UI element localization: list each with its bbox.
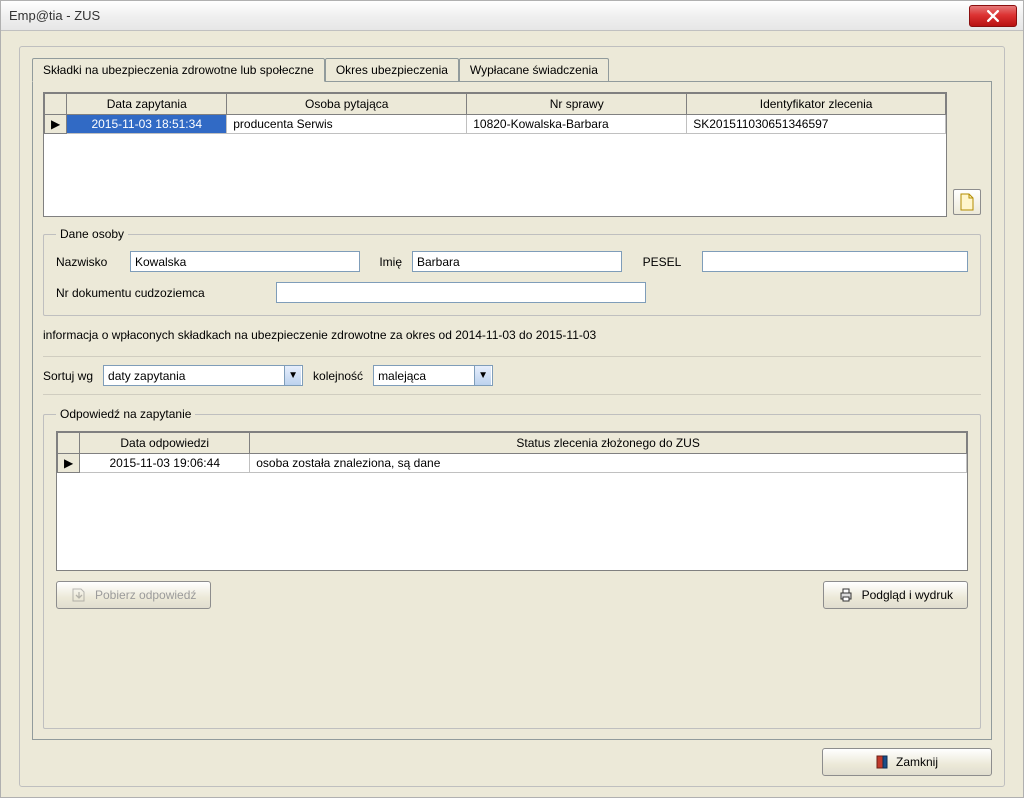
query-col-date[interactable]: Data zapytania [67, 94, 227, 115]
docnr-field[interactable] [276, 282, 646, 303]
response-legend: Odpowiedź na zapytanie [56, 407, 195, 421]
sort-order-select[interactable]: malejąca ▼ [373, 365, 493, 386]
sort-by-select[interactable]: daty zapytania ▼ [103, 365, 303, 386]
title-bar: Emp@tia - ZUS [1, 1, 1023, 31]
name-label: Imię [370, 255, 402, 269]
row-marker-icon: ▶ [45, 115, 67, 134]
query-cell-date[interactable]: 2015-11-03 18:51:34 [67, 115, 227, 134]
resp-col-status[interactable]: Status zlecenia złożonego do ZUS [250, 433, 967, 454]
query-table: Data zapytania Osoba pytająca Nr sprawy … [44, 93, 946, 134]
preview-label: Podgląd i wydruk [862, 588, 953, 602]
query-cell-order[interactable]: SK201511030651346597 [687, 115, 946, 134]
door-icon [876, 755, 888, 769]
sort-by-value: daty zapytania [108, 369, 185, 383]
query-grid[interactable]: Data zapytania Osoba pytająca Nr sprawy … [43, 92, 947, 217]
person-group: Dane osoby Nazwisko Imię PESEL Nr dokume… [43, 227, 981, 316]
printer-icon [838, 587, 854, 603]
sort-order-value: malejąca [378, 369, 426, 383]
surname-field[interactable] [130, 251, 360, 272]
resp-col-date[interactable]: Data odpowiedzi [80, 433, 250, 454]
table-row[interactable]: ▶ 2015-11-03 18:51:34 producenta Serwis … [45, 115, 946, 134]
query-cell-case[interactable]: 10820-Kowalska-Barbara [467, 115, 687, 134]
pesel-label: PESEL [632, 255, 692, 269]
query-col-order[interactable]: Identyfikator zlecenia [687, 94, 946, 115]
close-label: Zamknij [896, 755, 938, 769]
content-area: Składki na ubezpieczenia zdrowotne lub s… [1, 31, 1023, 797]
sort-row: Sortuj wg daty zapytania ▼ kolejność mal… [43, 356, 981, 395]
window-close-button[interactable] [969, 5, 1017, 27]
download-icon [71, 587, 87, 603]
resp-col-marker [58, 433, 80, 454]
query-col-person[interactable]: Osoba pytająca [227, 94, 467, 115]
download-label: Pobierz odpowiedź [95, 588, 196, 602]
row-marker-icon: ▶ [58, 454, 80, 473]
window-title: Emp@tia - ZUS [9, 8, 100, 23]
tab-strip: Składki na ubezpieczenia zdrowotne lub s… [32, 57, 992, 81]
resp-cell-status[interactable]: osoba została znaleziona, są dane [250, 454, 967, 473]
tab-swiadczenia[interactable]: Wypłacane świadczenia [459, 58, 609, 82]
pesel-field[interactable] [702, 251, 968, 272]
query-col-case[interactable]: Nr sprawy [467, 94, 687, 115]
close-icon [987, 10, 999, 22]
download-response-button[interactable]: Pobierz odpowiedź [56, 581, 211, 609]
tab-okres[interactable]: Okres ubezpieczenia [325, 58, 459, 82]
tab-skladki[interactable]: Składki na ubezpieczenia zdrowotne lub s… [32, 58, 325, 82]
document-icon [959, 193, 975, 211]
table-row[interactable]: ▶ 2015-11-03 19:06:44 osoba została znal… [58, 454, 967, 473]
chevron-down-icon: ▼ [474, 366, 491, 385]
resp-cell-date[interactable]: 2015-11-03 19:06:44 [80, 454, 250, 473]
response-table: Data odpowiedzi Status zlecenia złożoneg… [57, 432, 967, 473]
name-field[interactable] [412, 251, 622, 272]
query-cell-person[interactable]: producenta Serwis [227, 115, 467, 134]
docnr-label: Nr dokumentu cudzoziemca [56, 286, 266, 300]
query-grid-area: Data zapytania Osoba pytająca Nr sprawy … [43, 92, 981, 217]
app-window: Emp@tia - ZUS Składki na ubezpieczenia z… [0, 0, 1024, 798]
response-grid[interactable]: Data odpowiedzi Status zlecenia złożoneg… [56, 431, 968, 571]
response-buttons: Pobierz odpowiedź Podgląd i wydruk [56, 581, 968, 609]
info-line: informacja o wpłaconych składkach na ube… [43, 326, 981, 344]
close-button[interactable]: Zamknij [822, 748, 992, 776]
order-label: kolejność [313, 369, 363, 383]
sort-label: Sortuj wg [43, 369, 93, 383]
bottom-bar: Zamknij [32, 748, 992, 776]
surname-label: Nazwisko [56, 255, 120, 269]
preview-print-button[interactable]: Podgląd i wydruk [823, 581, 968, 609]
person-legend: Dane osoby [56, 227, 128, 241]
new-document-button[interactable] [953, 189, 981, 215]
tab-body: Data zapytania Osoba pytająca Nr sprawy … [32, 81, 992, 740]
response-group: Odpowiedź na zapytanie Data odpowiedzi S… [43, 407, 981, 729]
chevron-down-icon: ▼ [284, 366, 301, 385]
outer-panel: Składki na ubezpieczenia zdrowotne lub s… [19, 46, 1005, 787]
query-col-marker [45, 94, 67, 115]
